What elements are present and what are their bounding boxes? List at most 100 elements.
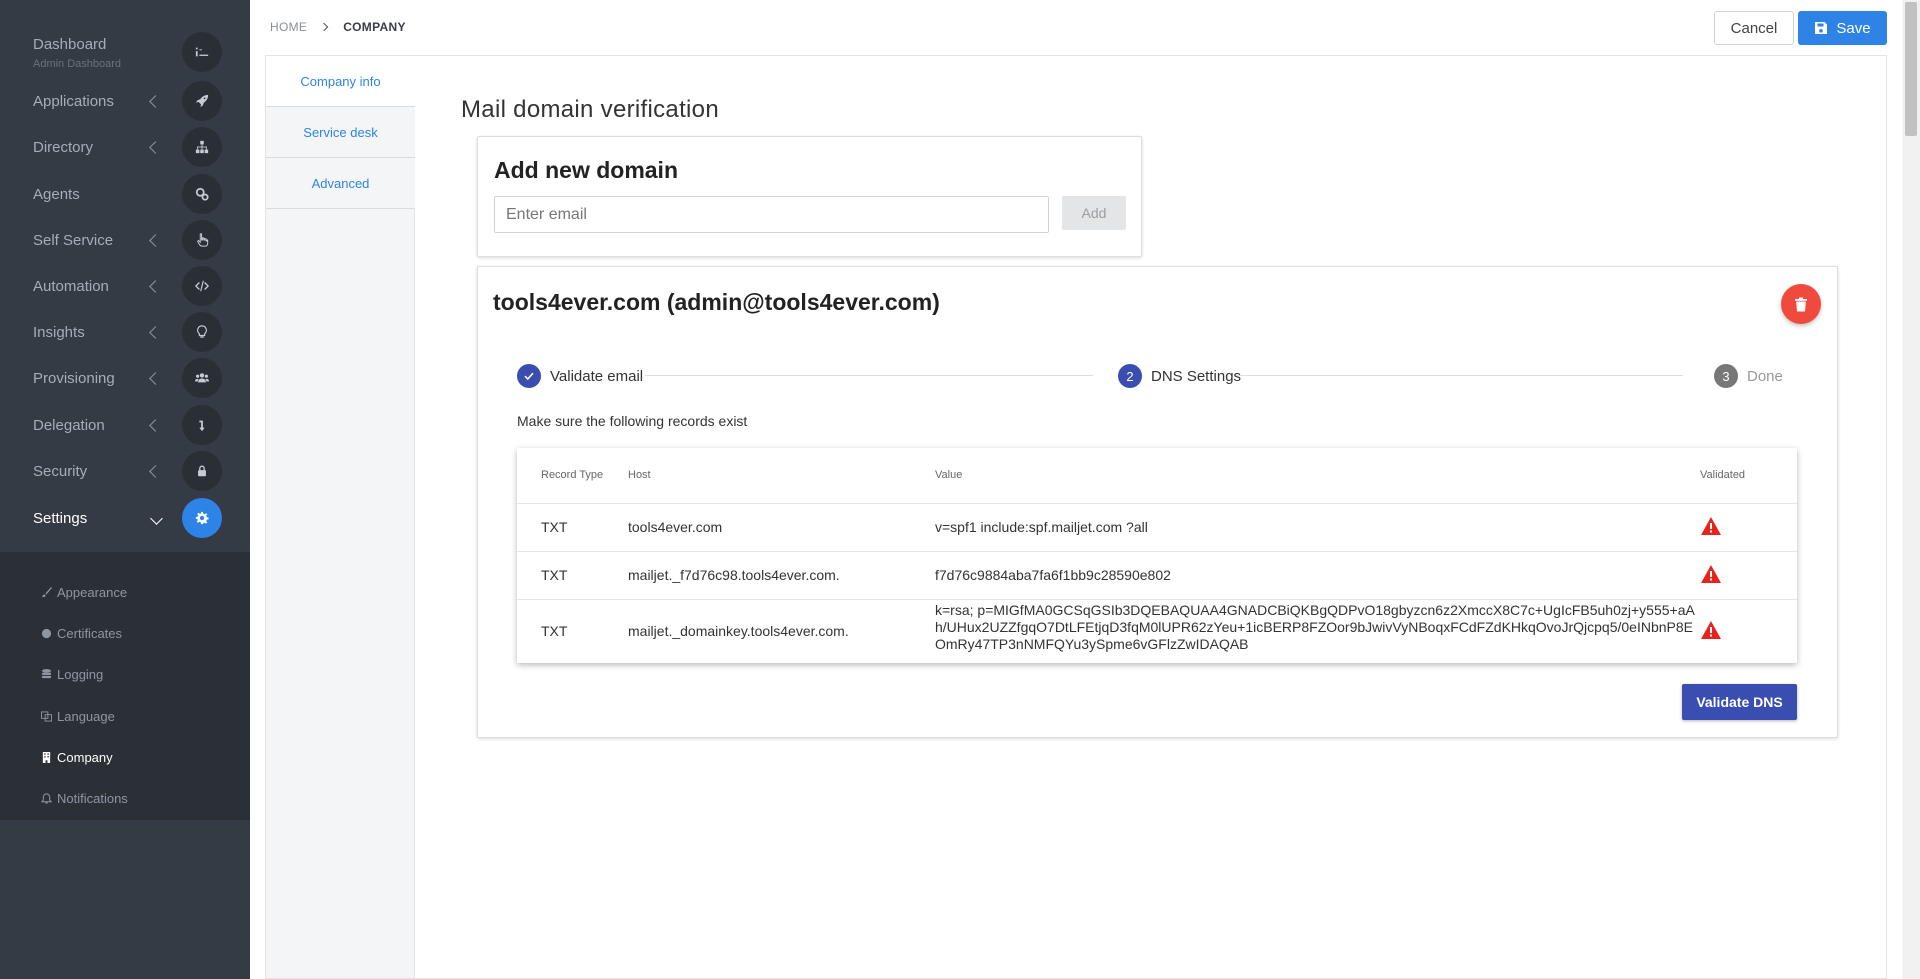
submenu-item-language[interactable]: Language [40,704,115,728]
sidebar-item-self-service[interactable]: Self Service [0,218,250,262]
chevron-right-icon [319,22,329,32]
verification-stepper: Validate email 2 DNS Settings 3 Done [517,364,1807,388]
column-header-validated: Validated [1700,469,1746,481]
column-header-value: Value [935,469,963,481]
brush-icon [40,586,53,599]
submenu-item-label: Company [57,749,113,765]
vertical-tabs: Company info Service desk Advanced [266,56,415,978]
tab-advanced[interactable]: Advanced [266,158,415,209]
warning-icon [1701,517,1721,535]
company-panel: Company info Service desk Advanced Mail … [265,55,1887,979]
sidebar-item-applications[interactable]: Applications [0,79,250,123]
certificate-icon [40,627,53,640]
check-icon [517,364,541,388]
table-row: TXT mailjet._domainkey.tools4ever.com. k… [517,599,1797,663]
chevron-left-icon [149,418,162,432]
sitemap-icon [182,127,222,167]
submenu-item-label: Certificates [57,625,123,641]
step-label: Done [1747,367,1783,385]
lightbulb-icon [182,312,222,352]
sidebar-item-label: Automation [33,277,109,295]
chevron-left-icon [149,325,162,339]
sidebar-item-insights[interactable]: Insights [0,310,250,354]
add-button[interactable]: Add [1062,196,1126,230]
sidebar: Dashboard Admin Dashboard Applications D… [0,0,250,979]
users-icon [182,358,222,398]
cancel-button[interactable]: Cancel [1714,11,1794,45]
add-domain-title: Add new domain [494,157,678,183]
chevron-down-icon [150,511,163,525]
column-header-host: Host [628,469,651,481]
records-instructions: Make sure the following records exist [517,413,748,429]
step-label: Validate email [550,367,644,385]
chevron-left-icon [149,94,162,108]
record-value-line: h/UHux2UZZfgqO7DtLFEtjqD3fqM0lUPR62zYeu+… [935,619,1693,635]
sidebar-item-delegation[interactable]: Delegation [0,403,250,447]
delete-domain-button[interactable] [1781,284,1821,324]
save-icon [1815,22,1828,34]
record-value: v=spf1 include:spf.mailjet.com ?all [935,519,1148,535]
sidebar-item-provisioning[interactable]: Provisioning [0,356,250,400]
breadcrumb: HOME COMPANY [270,20,406,34]
sidebar-item-settings[interactable]: Settings [0,496,250,540]
submenu-item-logging[interactable]: Logging [40,662,103,686]
sidebar-item-dashboard[interactable]: Dashboard Admin Dashboard [0,30,250,74]
domain-card: tools4ever.com (admin@tools4ever.com) Va… [477,266,1838,738]
submenu-item-label: Notifications [57,790,128,806]
domain-title: tools4ever.com (admin@tools4ever.com) [493,289,940,315]
dashboard-icon [182,32,222,72]
submenu-item-company[interactable]: Company [40,745,113,769]
record-host: mailjet._domainkey.tools4ever.com. [628,623,849,639]
add-domain-card: Add new domain Add [477,136,1142,257]
trash-icon [1795,297,1807,311]
submenu-item-certificates[interactable]: Certificates [40,621,122,645]
record-type: TXT [541,519,568,535]
hand-pointer-icon [182,220,222,260]
tab-company-info[interactable]: Company info [266,56,415,107]
sidebar-item-automation[interactable]: Automation [0,264,250,308]
scrollbar-thumb[interactable] [1905,2,1917,136]
gear-icon [182,498,222,538]
sidebar-item-sublabel: Admin Dashboard [33,58,122,70]
submenu-item-appearance[interactable]: Appearance [40,580,127,604]
step-validate-email: Validate email [517,364,643,388]
chevron-left-icon [149,371,162,385]
submenu-item-label: Logging [57,666,104,682]
chevron-left-icon [149,233,162,247]
validate-dns-button[interactable]: Validate DNS [1682,684,1797,720]
bell-icon [40,792,53,805]
stepper-connector [1235,375,1683,376]
warning-icon [1701,621,1721,639]
cogs-icon [182,174,222,214]
sidebar-item-security[interactable]: Security [0,449,250,493]
sidebar-item-label: Agents [33,185,80,203]
sidebar-item-directory[interactable]: Directory [0,125,250,169]
record-value: f7d76c9884aba7fa6f1bb9c28590e802 [935,567,1171,583]
save-button[interactable]: Save [1798,11,1887,45]
submenu-item-notifications[interactable]: Notifications [40,786,128,810]
sidebar-item-label: Delegation [33,416,105,434]
record-value-line: k=rsa; p=MIGfMA0GCSqGSIb3DQEBAQUAA4GNADC… [935,602,1695,618]
record-host: tools4ever.com [628,519,723,535]
code-icon [182,266,222,306]
lock-icon [182,451,222,491]
step-number: 2 [1118,364,1142,388]
database-icon [40,668,53,681]
record-host: mailjet._f7d76c98.tools4ever.com. [628,567,840,583]
sidebar-item-agents[interactable]: Agents [0,172,250,216]
settings-submenu: Appearance Certificates Logging Language… [0,552,250,820]
tab-service-desk[interactable]: Service desk [266,107,415,158]
sidebar-item-label: Provisioning [33,369,115,387]
email-input[interactable] [494,196,1049,233]
sidebar-item-label: Applications [33,92,114,110]
level-down-icon [182,405,222,445]
language-icon [40,710,53,723]
record-type: TXT [541,623,568,639]
page-scrollbar[interactable] [1902,0,1920,979]
table-row: TXT mailjet._f7d76c98.tools4ever.com. f7… [517,551,1797,599]
submenu-item-label: Language [57,708,115,724]
dns-records-table: Record Type Host Value Validated TXT too… [517,448,1797,663]
step-number: 3 [1714,364,1738,388]
submenu-item-label: Appearance [57,584,128,600]
breadcrumb-home[interactable]: HOME [270,20,307,34]
